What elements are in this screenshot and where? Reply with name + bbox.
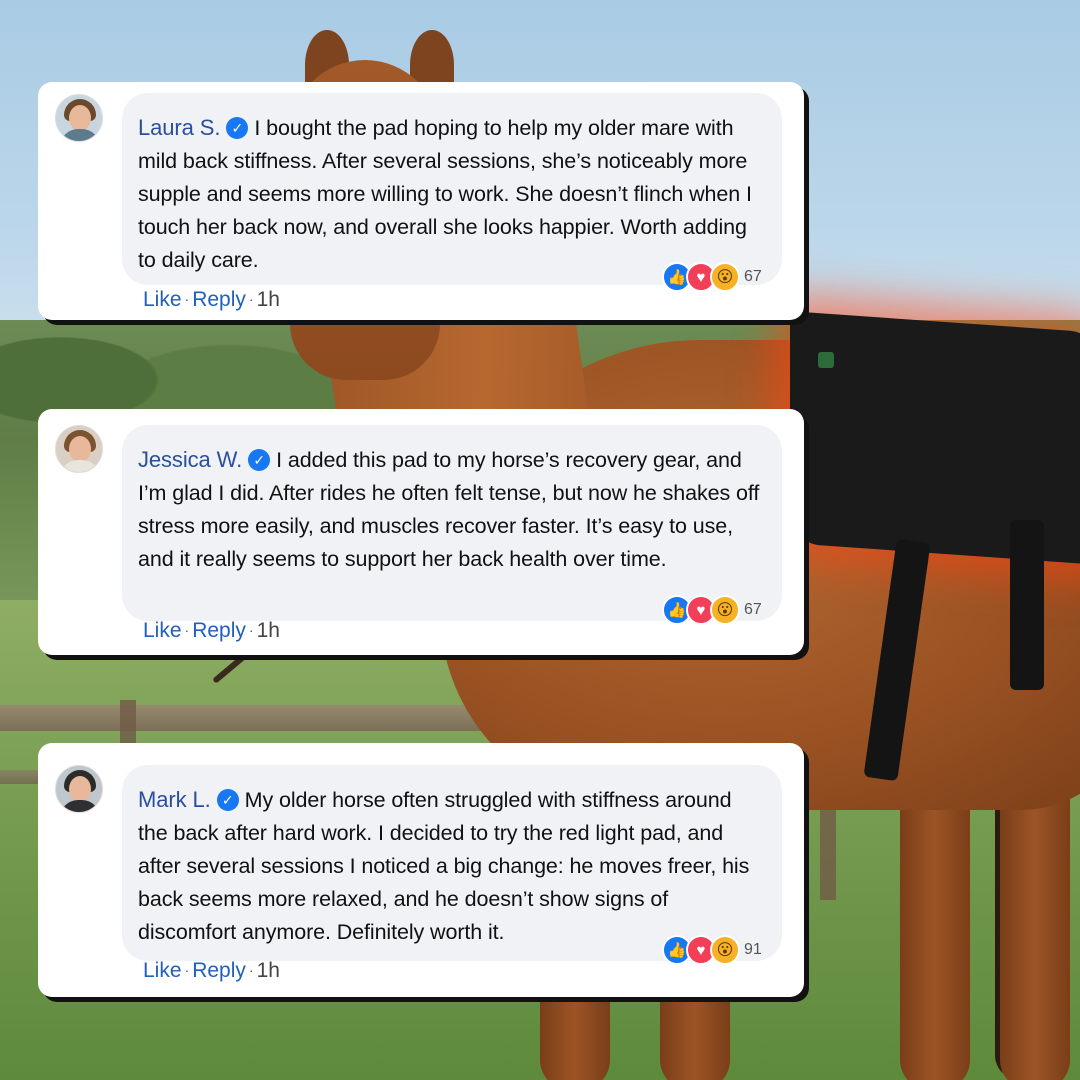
reaction-summary[interactable]: 👍 ♥ 😮 67: [662, 262, 762, 292]
comment-card: Jessica W. ✓ I added this pad to my horse’…: [38, 409, 804, 655]
commenter-name[interactable]: Laura S.: [138, 115, 220, 140]
comment-body: My older horse often struggled with stif…: [138, 788, 750, 944]
wow-reaction-icon: 😮: [710, 935, 740, 965]
reply-link[interactable]: Reply: [192, 959, 246, 982]
comment-bubble: Mark L. ✓ My older horse often struggled w…: [122, 765, 782, 961]
reply-link[interactable]: Reply: [192, 288, 246, 311]
commenter-name[interactable]: Mark L.: [138, 787, 211, 812]
avatar[interactable]: [55, 94, 103, 142]
wow-reaction-icon: 😮: [710, 262, 740, 292]
comment-bubble: Jessica W. ✓ I added this pad to my horse’…: [122, 425, 782, 621]
pad-strap: [1010, 520, 1044, 690]
verified-check-icon: ✓: [216, 789, 239, 811]
like-link[interactable]: Like: [143, 619, 182, 642]
reply-link[interactable]: Reply: [192, 619, 246, 642]
comment-card: Mark L. ✓ My older horse often struggled w…: [38, 743, 804, 997]
reaction-summary[interactable]: 👍 ♥ 😮 67: [662, 595, 762, 625]
comment-actions: Like · Reply · 1h: [143, 619, 280, 642]
like-link[interactable]: Like: [143, 288, 182, 311]
avatar[interactable]: [55, 765, 103, 813]
verified-check-icon: ✓: [226, 117, 249, 139]
timestamp[interactable]: 1h: [257, 288, 280, 311]
timestamp[interactable]: 1h: [257, 619, 280, 642]
comment-text: Laura S. ✓ I bought the pad hoping to help…: [138, 111, 762, 277]
comment-actions: Like · Reply · 1h: [143, 288, 280, 311]
reaction-count: 67: [744, 601, 762, 618]
like-link[interactable]: Like: [143, 959, 182, 982]
reaction-summary[interactable]: 👍 ♥ 😮 91: [662, 935, 762, 965]
pad-indicator-light: [818, 352, 834, 368]
reaction-count: 67: [744, 268, 762, 285]
comment-body: I bought the pad hoping to help my older…: [138, 116, 752, 272]
verified-check-icon: ✓: [248, 449, 271, 471]
comment-text: Mark L. ✓ My older horse often struggled w…: [138, 783, 762, 949]
commenter-name[interactable]: Jessica W.: [138, 447, 242, 472]
wow-reaction-icon: 😮: [710, 595, 740, 625]
comment-actions: Like · Reply · 1h: [143, 959, 280, 982]
timestamp[interactable]: 1h: [257, 959, 280, 982]
comment-text: Jessica W. ✓ I added this pad to my horse’…: [138, 443, 762, 576]
reaction-count: 91: [744, 941, 762, 958]
comment-card: Laura S. ✓ I bought the pad hoping to help…: [38, 82, 804, 320]
avatar[interactable]: [55, 425, 103, 473]
comment-bubble: Laura S. ✓ I bought the pad hoping to help…: [122, 93, 782, 285]
